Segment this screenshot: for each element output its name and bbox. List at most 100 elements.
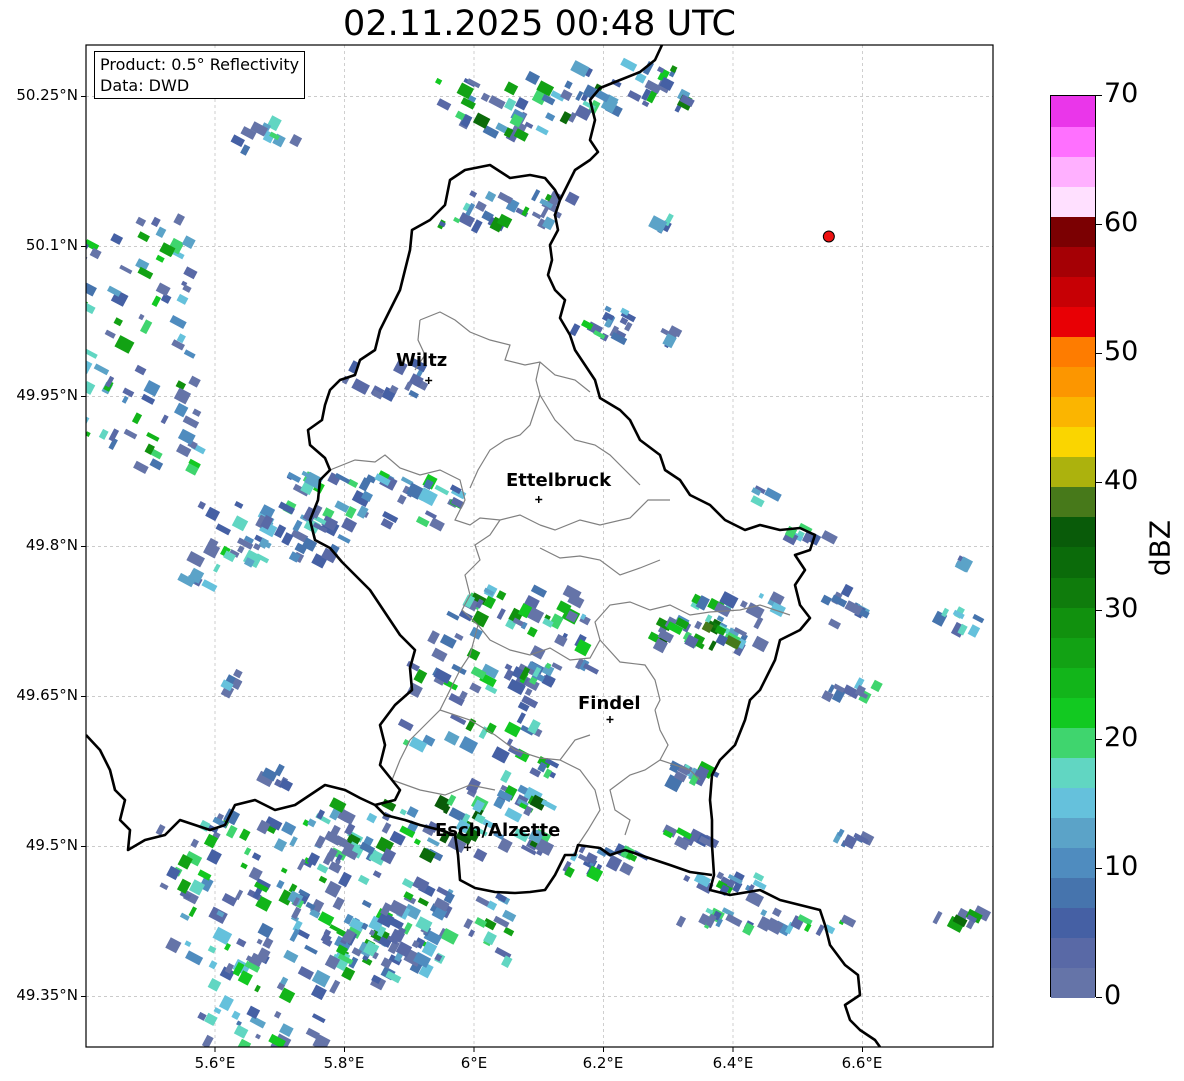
echo-cell [58, 349, 65, 355]
echo-cell [289, 134, 303, 148]
colorbar [1050, 95, 1096, 999]
colorbar-segment [1051, 967, 1095, 999]
echo-cell [173, 213, 185, 226]
echo-cell [488, 95, 506, 110]
echo-cell [249, 1015, 266, 1029]
echo-cell [820, 594, 832, 606]
echo-cell [840, 914, 857, 928]
colorbar-tick-label: 10 [1104, 851, 1139, 883]
echo-cell [297, 966, 314, 980]
echo-cell [104, 329, 116, 339]
echo-cell [431, 647, 448, 662]
echo-cell [468, 929, 476, 938]
echo-cell [366, 812, 378, 824]
colorbar-segment [1051, 907, 1095, 939]
echo-cell [206, 849, 222, 865]
echo-cell [357, 874, 370, 886]
echo-cell [424, 510, 437, 520]
echo-cell [113, 317, 123, 327]
echo-cell [675, 915, 687, 928]
echo-cell [233, 1024, 249, 1039]
echo-cell [159, 882, 169, 891]
echo-cell [564, 191, 580, 206]
echo-cell [435, 77, 443, 85]
colorbar-segment [1051, 336, 1095, 368]
echo-cell [233, 668, 243, 679]
colorbar-tick-label: 20 [1104, 722, 1139, 754]
echo-cell [53, 333, 64, 342]
echo-cell [870, 679, 883, 693]
reflectivity-echoes [52, 57, 992, 1047]
echo-cell [500, 769, 512, 784]
echo-cell [237, 1038, 252, 1047]
echo-cell [752, 872, 765, 882]
echo-cell [318, 875, 328, 884]
echo-cell [972, 613, 985, 624]
echo-cell [463, 918, 474, 930]
echo-cell [725, 913, 743, 927]
echo-cell [173, 387, 192, 405]
echo-cell [540, 206, 550, 219]
echo-cell [501, 955, 513, 968]
echo-cell [121, 395, 129, 404]
echo-cell [53, 364, 69, 379]
colorbar-segment [1051, 396, 1095, 428]
colorbar-segment [1051, 697, 1095, 728]
lat-tick-label: 50.25°N [16, 86, 78, 104]
lat-tick-label: 49.95°N [16, 386, 78, 404]
echo-cell [381, 822, 392, 834]
echo-cell [246, 1005, 261, 1020]
colorbar-segment [1051, 306, 1095, 338]
echo-cell [183, 349, 196, 359]
echo-cell [230, 134, 245, 148]
echo-cell [160, 414, 169, 425]
echo-cell [69, 332, 81, 341]
echo-cell [475, 895, 490, 907]
colorbar-tick-mark [1096, 997, 1102, 998]
echo-cell [242, 549, 263, 569]
echo-cell [176, 293, 189, 305]
echo-cell [449, 713, 467, 726]
echo-cell [123, 428, 138, 440]
echo-cell [212, 926, 233, 946]
lon-tick-label: 6°E [460, 1054, 488, 1072]
echo-cell [469, 190, 478, 198]
echo-cell [184, 940, 192, 948]
echo-cell [619, 861, 634, 876]
echo-cell [286, 471, 302, 483]
echo-cell [372, 870, 382, 879]
echo-cell [469, 682, 482, 694]
colorbar-segment [1051, 156, 1095, 187]
echo-cell [110, 233, 124, 245]
echo-cell [413, 668, 428, 684]
echo-cell [52, 460, 62, 471]
echo-cell [446, 610, 460, 621]
radar-map [52, 44, 994, 1052]
echo-cell [183, 266, 198, 280]
echo-cell [179, 912, 190, 921]
echo-cell [751, 635, 769, 653]
colorbar-segment [1051, 126, 1095, 157]
echo-cell [531, 189, 541, 202]
colorbar-tick-label: 70 [1104, 78, 1139, 109]
echo-cell [236, 938, 247, 948]
echo-cell [137, 231, 150, 243]
echo-cell [280, 867, 288, 874]
colorbar-segment [1051, 817, 1095, 849]
echo-cell [221, 893, 238, 907]
echo-cell [150, 216, 161, 228]
echo-cell [213, 563, 221, 573]
echo-cell [138, 313, 145, 321]
echo-cell [181, 235, 196, 249]
echo-cell [146, 432, 160, 442]
echo-cell [291, 906, 302, 920]
colorbar-segment [1051, 667, 1095, 698]
colorbar-segment [1051, 426, 1095, 458]
echo-cell [429, 517, 445, 532]
echo-cell [197, 501, 206, 510]
echo-cell [135, 216, 147, 227]
echo-cell [304, 944, 318, 955]
lat-tick-label: 49.8°N [25, 536, 78, 554]
colorbar-segment [1051, 577, 1095, 608]
echo-cell [89, 247, 102, 260]
